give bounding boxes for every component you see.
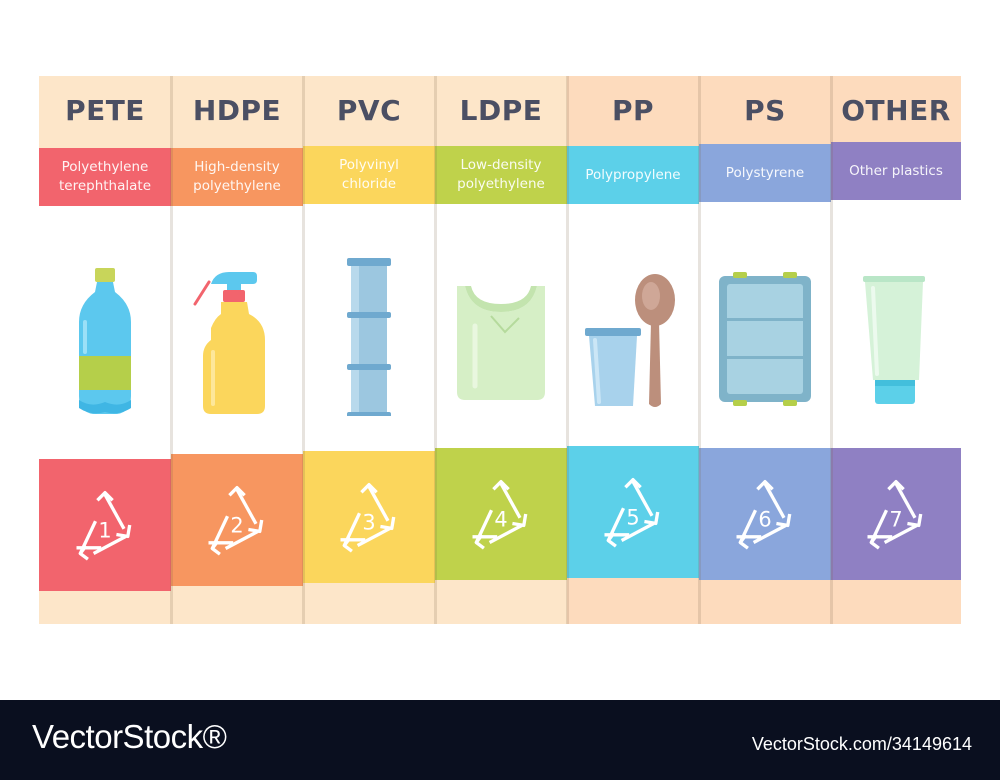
recycle-icon: 2 bbox=[208, 486, 264, 556]
plastic-bag-icon bbox=[435, 256, 567, 416]
recycle-icon: 6 bbox=[736, 480, 792, 550]
resin-name-line1: Polyvinyl bbox=[339, 157, 399, 173]
resin-code: LDPE bbox=[459, 94, 543, 127]
resin-name-ribbon: Other plastics bbox=[831, 142, 961, 200]
recycle-badge: 3 bbox=[303, 451, 435, 583]
recycle-icon: 4 bbox=[472, 480, 528, 550]
column-pvc: PVC Polyvinyl chloride 3 bbox=[303, 76, 435, 624]
column-other: OTHER Other plastics 7 bbox=[831, 76, 961, 624]
resin-name-line1: Low-density bbox=[460, 157, 542, 173]
column-ps: PS Polystyrene 6 bbox=[699, 76, 831, 624]
spray-bottle-icon bbox=[171, 256, 303, 416]
column-footer bbox=[831, 576, 961, 624]
cup-and-spoon-icon bbox=[567, 256, 699, 416]
resin-name-line2: polyethylene bbox=[193, 178, 281, 194]
resin-name-line1: Polypropylene bbox=[585, 166, 681, 183]
resin-name-line2: terephthalate bbox=[58, 178, 152, 194]
resin-code: PP bbox=[611, 94, 655, 127]
resin-name-ribbon: Low-density polyethylene bbox=[435, 146, 567, 204]
column-hdpe: HDPE High-density polyethylene 2 bbox=[171, 76, 303, 624]
pipe-icon bbox=[303, 256, 435, 416]
resin-code: PETE bbox=[65, 94, 145, 127]
watermark-bar: VectorStock® VectorStock.com/34149614 bbox=[0, 700, 1000, 780]
resin-name-line1: High-density bbox=[194, 159, 280, 175]
vectorstock-logo: VectorStock® bbox=[32, 718, 227, 755]
recycle-badge: 2 bbox=[171, 454, 303, 586]
column-divider bbox=[566, 76, 569, 624]
column-ldpe: LDPE Low-density polyethylene 4 bbox=[435, 76, 567, 624]
recycle-number: 6 bbox=[758, 507, 771, 531]
recycle-badge: 6 bbox=[699, 448, 831, 580]
recycle-number: 4 bbox=[494, 507, 507, 531]
column-footer bbox=[699, 576, 831, 624]
recycle-icon: 1 bbox=[76, 491, 132, 561]
plastic-codes-chart: PETE Polyethylene terephthalate 1 HDPE H… bbox=[39, 76, 961, 624]
column-header: PP bbox=[567, 76, 699, 151]
recycle-icon: 5 bbox=[604, 478, 660, 548]
recycle-number: 7 bbox=[889, 507, 902, 531]
resin-name-line1: Other plastics bbox=[849, 162, 943, 179]
recycle-badge: 4 bbox=[435, 448, 567, 580]
resin-name-ribbon: Polyethylene terephthalate bbox=[39, 148, 171, 206]
bottle-icon bbox=[39, 256, 171, 416]
resin-name-line2: chloride bbox=[341, 176, 397, 192]
recycle-badge: 5 bbox=[567, 446, 699, 578]
column-header: LDPE bbox=[435, 76, 567, 151]
resin-name-ribbon: Polyvinyl chloride bbox=[303, 146, 435, 204]
resin-code: HDPE bbox=[192, 94, 282, 127]
resin-name-line1: Polystyrene bbox=[725, 164, 805, 181]
column-header: OTHER bbox=[831, 76, 961, 151]
tube-icon bbox=[831, 256, 961, 416]
recycle-icon: 3 bbox=[340, 483, 396, 553]
column-footer bbox=[435, 576, 567, 624]
recycle-number: 2 bbox=[230, 513, 243, 537]
column-header: PS bbox=[699, 76, 831, 151]
resin-code: PS bbox=[744, 94, 786, 127]
container-icon bbox=[699, 256, 831, 416]
resin-name-line1: Polyethylene bbox=[61, 159, 149, 175]
recycle-number: 5 bbox=[626, 505, 639, 529]
column-header: PETE bbox=[39, 76, 171, 151]
resin-code: PVC bbox=[336, 94, 402, 127]
recycle-badge: 7 bbox=[831, 448, 961, 580]
column-divider bbox=[170, 76, 173, 624]
column-footer bbox=[567, 576, 699, 624]
resin-name-ribbon: High-density polyethylene bbox=[171, 148, 303, 206]
column-pete: PETE Polyethylene terephthalate 1 bbox=[39, 76, 171, 624]
column-divider bbox=[830, 76, 833, 624]
recycle-number: 3 bbox=[362, 510, 375, 534]
column-divider bbox=[434, 76, 437, 624]
column-divider bbox=[698, 76, 701, 624]
resin-name-ribbon: Polypropylene bbox=[567, 146, 699, 204]
column-pp: PP Polypropylene 5 bbox=[567, 76, 699, 624]
resin-code: OTHER bbox=[841, 94, 951, 127]
recycle-number: 1 bbox=[98, 518, 111, 542]
resin-name-ribbon: Polystyrene bbox=[699, 144, 831, 202]
recycle-icon: 7 bbox=[867, 480, 923, 550]
column-header: PVC bbox=[303, 76, 435, 151]
column-footer bbox=[303, 576, 435, 624]
column-divider bbox=[302, 76, 305, 624]
recycle-badge: 1 bbox=[39, 459, 171, 591]
resin-name-line2: polyethylene bbox=[457, 176, 545, 192]
column-header: HDPE bbox=[171, 76, 303, 151]
image-id-text: VectorStock.com/34149614 bbox=[751, 734, 972, 754]
